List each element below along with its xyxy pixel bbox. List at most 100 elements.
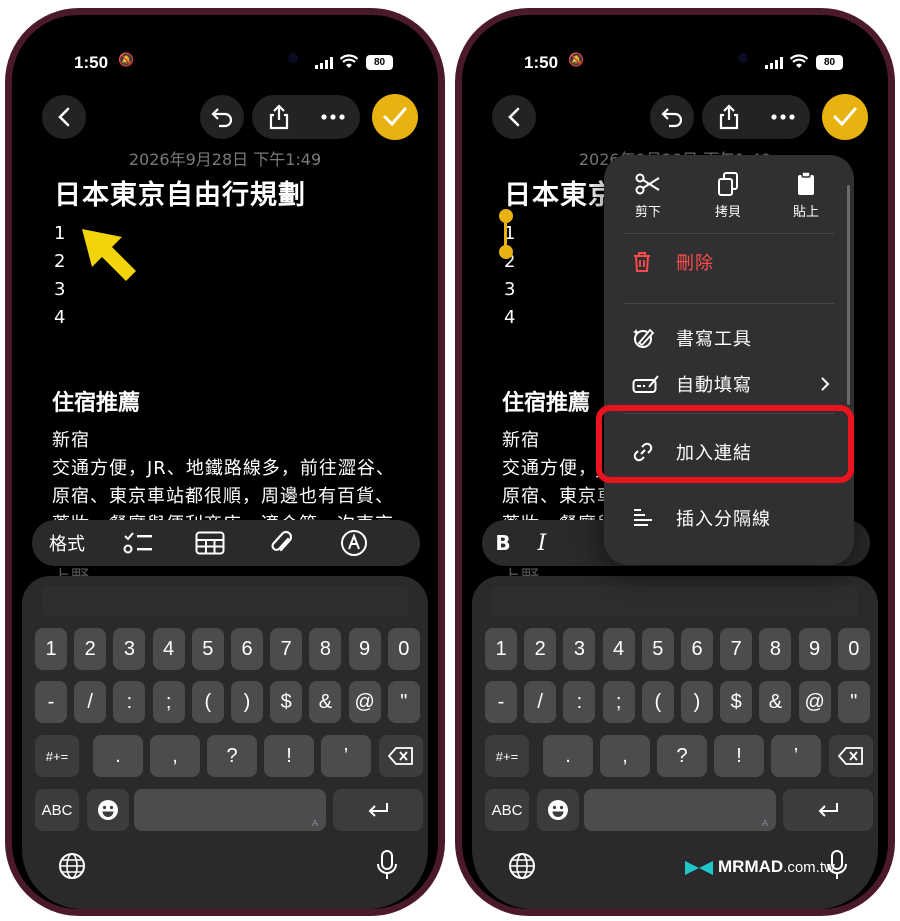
keyboard-key[interactable]: , [600,735,650,777]
dictation-button[interactable] [372,848,402,882]
markup-button[interactable] [318,529,390,557]
keyboard-key[interactable]: " [387,681,420,723]
return-key[interactable] [783,789,873,831]
keyboard-key[interactable]: ) [681,681,713,723]
cut-button[interactable]: 剪下 [618,173,678,220]
keyboard-key[interactable]: " [837,681,870,723]
back-button[interactable] [492,95,536,139]
keyboard-key[interactable]: & [309,681,342,723]
keyboard-key[interactable]: 6 [681,628,713,670]
list-item[interactable]: 1 [54,223,65,244]
done-button[interactable] [372,94,418,140]
emoji-key[interactable] [87,789,129,831]
keyboard-key[interactable]: @ [798,681,831,723]
list-item[interactable]: 3 [54,279,65,300]
format-button[interactable]: 格式 [32,530,102,556]
symbols-key[interactable]: #+= [485,735,529,777]
back-button[interactable] [42,95,86,139]
more-button[interactable] [306,95,360,139]
menu-item-autofill[interactable]: 自動填寫 [604,361,854,407]
keyboard-key[interactable]: : [563,681,596,723]
bold-button[interactable]: B [482,531,524,555]
italic-button[interactable]: I [524,531,560,556]
keyboard-key[interactable]: ; [602,681,635,723]
keyboard-key[interactable]: 6 [231,628,263,670]
keyboard-key[interactable]: 0 [387,628,420,670]
keyboard-key[interactable]: / [524,681,557,723]
keyboard-key[interactable]: 1 [485,628,517,670]
keyboard-key[interactable]: 0 [837,628,870,670]
keyboard-key[interactable]: 8 [309,628,342,670]
keyboard-key[interactable]: 7 [270,628,303,670]
menu-item-insert-divider[interactable]: 插入分隔線 [604,495,854,541]
keyboard-key[interactable]: 3 [563,628,596,670]
checklist-button[interactable] [102,530,174,556]
menu-item-writing-tools[interactable]: 書寫工具 [604,315,854,361]
keyboard-key[interactable]: ( [641,681,674,723]
section-heading[interactable]: 住宿推薦 [52,385,140,417]
keyboard-key[interactable]: , [150,735,200,777]
keyboard-key[interactable]: 1 [35,628,67,670]
keyboard-key[interactable]: - [35,681,67,723]
section-heading[interactable]: 住宿推薦 [502,385,590,417]
keyboard-key[interactable]: 5 [191,628,224,670]
space-key[interactable]: A [134,789,326,831]
keyboard-key[interactable]: / [74,681,107,723]
body-line[interactable]: 交通方便，JR、地鐵路線多，前往澀谷、 [52,454,432,480]
keyboard-key[interactable]: ; [152,681,185,723]
globe-button[interactable] [56,850,88,882]
copy-button[interactable]: 拷貝 [698,171,758,220]
delete-key[interactable] [379,735,423,777]
note-title[interactable]: 日本東京 [504,173,616,212]
keyboard-key[interactable]: . [93,735,143,777]
return-key[interactable] [333,789,423,831]
keyboard-key[interactable]: : [113,681,146,723]
share-button[interactable] [702,95,756,139]
keyboard-key[interactable]: - [485,681,517,723]
attachment-button[interactable] [246,529,318,557]
keyboard-key[interactable]: 9 [348,628,381,670]
keyboard-key[interactable]: 7 [720,628,753,670]
abc-key[interactable]: ABC [485,789,529,831]
space-key[interactable]: A [584,789,776,831]
list-item[interactable]: 4 [504,307,515,328]
keyboard-key[interactable]: $ [720,681,753,723]
abc-key[interactable]: ABC [35,789,79,831]
keyboard-key[interactable]: ! [264,735,314,777]
menu-scrollbar[interactable] [847,185,850,405]
selection-end-handle[interactable] [499,245,513,259]
share-button[interactable] [252,95,306,139]
keyboard-key[interactable]: ! [714,735,764,777]
keyboard-key[interactable]: . [543,735,593,777]
list-item[interactable]: 3 [504,279,515,300]
done-button[interactable] [822,94,868,140]
keyboard-key[interactable]: & [759,681,792,723]
body-line[interactable]: 新宿 [52,426,432,452]
keyboard-key[interactable]: 4 [152,628,185,670]
keyboard-key[interactable]: ) [231,681,263,723]
list-item[interactable]: 2 [54,251,65,272]
keyboard-key[interactable]: 3 [113,628,146,670]
keyboard-key[interactable]: ? [657,735,707,777]
note-title[interactable]: 日本東京自由行規劃 [54,173,306,212]
body-line[interactable]: 原宿、東京車站都很順，周邊也有百貨、 [52,482,432,508]
keyboard-key[interactable]: 4 [602,628,635,670]
keyboard-key[interactable]: 2 [524,628,557,670]
keyboard-key[interactable]: ( [191,681,224,723]
paste-button[interactable]: 貼上 [776,171,836,220]
list-item[interactable]: 4 [54,307,65,328]
keyboard-key[interactable]: 2 [74,628,107,670]
keyboard-key[interactable]: @ [348,681,381,723]
keyboard-key[interactable]: 9 [798,628,831,670]
delete-key[interactable] [829,735,873,777]
keyboard-key[interactable]: 5 [641,628,674,670]
keyboard-key[interactable]: ’ [321,735,371,777]
keyboard-key[interactable]: $ [270,681,303,723]
keyboard-key[interactable]: 8 [759,628,792,670]
undo-button[interactable] [200,95,244,139]
table-button[interactable] [174,531,246,555]
keyboard-key[interactable]: ? [207,735,257,777]
menu-item-delete[interactable]: 刪除 [604,239,854,285]
symbols-key[interactable]: #+= [35,735,79,777]
emoji-key[interactable] [537,789,579,831]
